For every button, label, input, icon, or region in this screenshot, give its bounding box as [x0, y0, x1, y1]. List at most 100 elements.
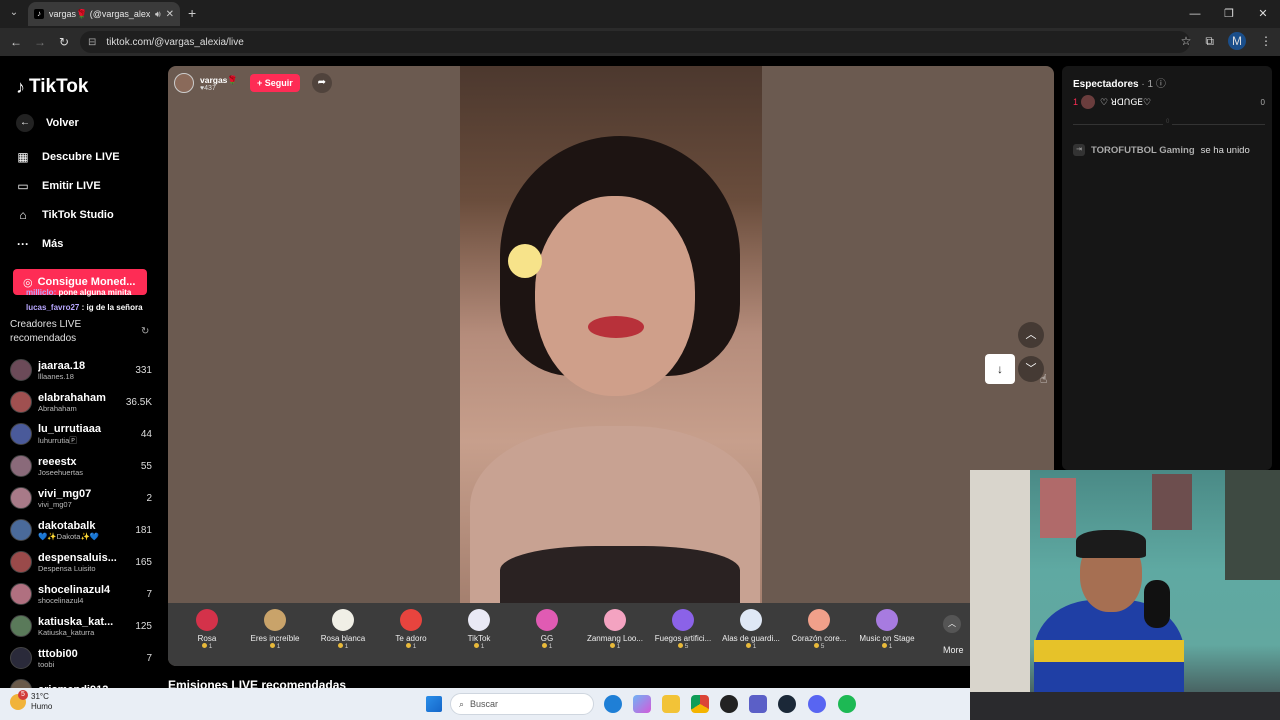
windows-start-icon[interactable]	[426, 696, 442, 712]
live-stream-player[interactable]: vargas🌹 ♥437 + Seguir ➦ ︿ ↓ ﹀ ☝ Rosa 1 Ere…	[168, 66, 1054, 666]
creator-avatar	[10, 391, 32, 413]
gift-item[interactable]: Eres increíble 1	[241, 609, 309, 650]
creator-viewer-count: 7	[146, 652, 152, 664]
creator-item[interactable]: vivi_mg07 vivi_mg07 2	[10, 483, 152, 513]
browser-menu-icon[interactable]: ⋮	[1260, 34, 1272, 48]
gift-item[interactable]: Te adoro 1	[377, 609, 445, 650]
creator-viewer-count: 44	[140, 428, 152, 440]
previous-live-button[interactable]: ︿	[1018, 322, 1044, 348]
close-window-icon[interactable]: ✕	[1246, 0, 1280, 28]
forward-icon[interactable]: →	[28, 35, 52, 49]
tab-search-icon[interactable]: ⌄	[6, 5, 22, 21]
restore-icon[interactable]: ❐	[1212, 0, 1246, 28]
gift-price: 1	[445, 643, 513, 650]
edge-icon[interactable]	[604, 695, 622, 713]
url-field[interactable]: ⊟ tiktok.com/@vargas_alexia/live	[80, 31, 1190, 53]
file-explorer-icon[interactable]	[662, 695, 680, 713]
minimize-icon[interactable]: —	[1178, 0, 1212, 28]
copilot-icon[interactable]	[633, 695, 651, 713]
new-tab-icon[interactable]: +	[188, 5, 196, 21]
close-tab-icon[interactable]: ✕	[166, 9, 174, 20]
streamer-avatar[interactable]	[174, 73, 194, 93]
back-icon[interactable]: ←	[4, 35, 28, 49]
steam-icon[interactable]	[778, 695, 796, 713]
sidebar-item-label: Descubre LIVE	[42, 151, 120, 163]
reload-icon[interactable]: ↻	[52, 35, 76, 49]
url-text: tiktok.com/@vargas_alexia/live	[106, 36, 244, 48]
join-user[interactable]: TOROFUTBOL Gaming	[1091, 145, 1195, 156]
gift-item[interactable]: Alas de guardi... 1	[717, 609, 785, 650]
bookmark-star-icon[interactable]: ☆	[1181, 34, 1192, 48]
gift-item[interactable]: Rosa 1	[173, 609, 241, 650]
share-icon[interactable]: ➦	[311, 73, 332, 93]
gift-item[interactable]: Corazón core... 5	[785, 609, 853, 650]
discord-icon[interactable]	[808, 695, 826, 713]
creator-item[interactable]: reeestx Joseehuertas 55	[10, 451, 152, 481]
refresh-icon[interactable]: ↻	[141, 326, 149, 337]
sidebar-item-emitir-live[interactable]: ▭ Emitir LIVE	[16, 179, 100, 193]
gift-name: GG	[540, 634, 554, 643]
gift-price: 1	[513, 643, 581, 650]
gift-price: 1	[853, 643, 921, 650]
gift-name: Rosa	[197, 634, 217, 643]
creator-name: despensaluis...	[38, 551, 117, 564]
gift-item[interactable]: Fuegos artifici... 5	[649, 609, 717, 650]
gift-expand-icon[interactable]: ︿	[943, 615, 961, 633]
creator-item[interactable]: jaaraa.18 lllaanes.18 331	[10, 355, 152, 385]
gift-item[interactable]: GG 1	[513, 609, 581, 650]
gift-item[interactable]: Music on Stage 1	[853, 609, 921, 650]
site-info-icon[interactable]: ⊟	[88, 37, 96, 48]
creator-viewer-count: 7	[146, 588, 152, 600]
gift-item[interactable]: TikTok 1	[445, 609, 513, 650]
join-message: ⇥ TOROFUTBOL Gaming se ha unido	[1073, 144, 1250, 156]
taskbar-search[interactable]: ⌕ Buscar	[450, 693, 594, 715]
logo-text: TikTok	[29, 76, 89, 97]
viewer-score: 0	[1260, 97, 1265, 107]
sidebar-item-tiktok-studio[interactable]: ⌂ TikTok Studio	[16, 208, 113, 222]
download-button[interactable]: ↓	[985, 354, 1015, 384]
creator-item[interactable]: dakotabalk 💙✨Dakota✨💙 181	[10, 515, 152, 545]
sidebar-item-label: Más	[42, 238, 64, 250]
creator-item[interactable]: katiuska_kat... Katiuska_katurra 125	[10, 611, 152, 641]
streamer-name[interactable]: vargas🌹	[200, 75, 238, 85]
gift-item[interactable]: Rosa blanca 1	[309, 609, 377, 650]
tiktok-logo[interactable]: ♪ TikTok	[16, 76, 88, 98]
address-bar-actions: ☆ ⧉ M ⋮	[1181, 32, 1272, 50]
more-gifts-button[interactable]: More	[943, 645, 964, 655]
creator-item[interactable]: tttobi00 toobi 7	[10, 643, 152, 673]
creator-subtitle: Katiuska_katurra	[38, 627, 95, 637]
sidebar-item-mas[interactable]: ··· Más	[16, 237, 63, 251]
creator-viewer-count: 2	[146, 492, 152, 504]
back-label: Volver	[46, 117, 79, 129]
profile-avatar[interactable]: M	[1228, 32, 1246, 50]
spotify-icon[interactable]	[838, 695, 856, 713]
creator-item[interactable]: shocelinazul4 shocelinazul4 7	[10, 579, 152, 609]
teams-icon[interactable]	[749, 695, 767, 713]
info-icon[interactable]: ⓘ	[1156, 79, 1166, 90]
creator-item[interactable]: despensaluis... Despensa Luisito 165	[10, 547, 152, 577]
gift-item[interactable]: Zanmang Loo... 1	[581, 609, 649, 650]
creator-avatar	[10, 647, 32, 669]
back-button[interactable]: ← Volver	[16, 114, 79, 132]
gift-icon	[740, 609, 762, 631]
live-video[interactable]	[460, 66, 762, 606]
viewer-row[interactable]: 1 ♡ ꓤꓷꓵꓖꓰ♡ 0	[1073, 95, 1265, 109]
gift-name: Zanmang Loo...	[586, 634, 644, 643]
webcam-shape	[970, 470, 1030, 720]
gift-icon	[264, 609, 286, 631]
divider-mark: 0	[1163, 119, 1173, 125]
weather-widget[interactable]: 5 31°C Humo	[10, 690, 52, 712]
extensions-icon[interactable]: ⧉	[1205, 34, 1214, 49]
creator-viewer-count: 125	[135, 620, 152, 632]
gift-name: Fuegos artifici...	[654, 634, 712, 643]
obs-icon[interactable]	[720, 695, 738, 713]
speaker-icon[interactable]: 🔊︎	[155, 9, 161, 20]
follow-button[interactable]: + Seguir	[250, 74, 300, 92]
sidebar-item-descubre-live[interactable]: ▦ Descubre LIVE	[16, 150, 120, 164]
creator-subtitle: Despensa Luisito	[38, 563, 96, 573]
gift-icon	[196, 609, 218, 631]
creator-item[interactable]: lu_urrutiaaa luhurrutia🄿 44	[10, 419, 152, 449]
chrome-icon[interactable]	[691, 695, 709, 713]
creator-item[interactable]: elabrahaham Abrahaham 36.5K	[10, 387, 152, 417]
browser-tab[interactable]: ♪ vargas🌹 (@vargas_alexia) 🔊︎ ✕	[28, 2, 180, 26]
